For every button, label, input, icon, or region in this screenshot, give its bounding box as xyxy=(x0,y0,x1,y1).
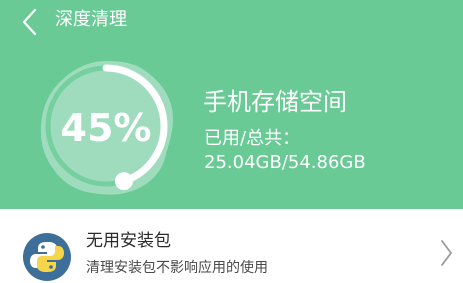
page-title: 深度清理 xyxy=(55,9,127,30)
back-button[interactable] xyxy=(18,5,46,39)
storage-value: 25.04GB/54.86GB xyxy=(204,152,366,173)
unused-installers-item[interactable]: 无用安装包 清理安装包不影响应用的使用 xyxy=(0,209,463,283)
chevron-right-icon xyxy=(439,239,453,267)
chevron-right-graphic xyxy=(441,240,452,266)
storage-label: 已用/总共： xyxy=(204,128,301,149)
python-icon xyxy=(22,232,72,282)
deep-clean-screen: 深度清理 45% 手机存储空间 已用/总共： 25.04GB/54.86GB 无 xyxy=(0,0,463,283)
storage-gauge: 45% xyxy=(32,52,180,200)
list-item-title: 无用安装包 xyxy=(86,231,171,251)
gauge-progress-knob xyxy=(114,172,133,191)
python-icon-graphic xyxy=(23,233,71,281)
storage-percent: 45% xyxy=(60,106,152,150)
back-arrow-icon xyxy=(22,8,37,36)
header-panel: 深度清理 45% 手机存储空间 已用/总共： 25.04GB/54.86GB xyxy=(0,0,463,209)
list-item-subtitle: 清理安装包不影响应用的使用 xyxy=(86,260,268,276)
storage-title: 手机存储空间 xyxy=(203,88,347,116)
